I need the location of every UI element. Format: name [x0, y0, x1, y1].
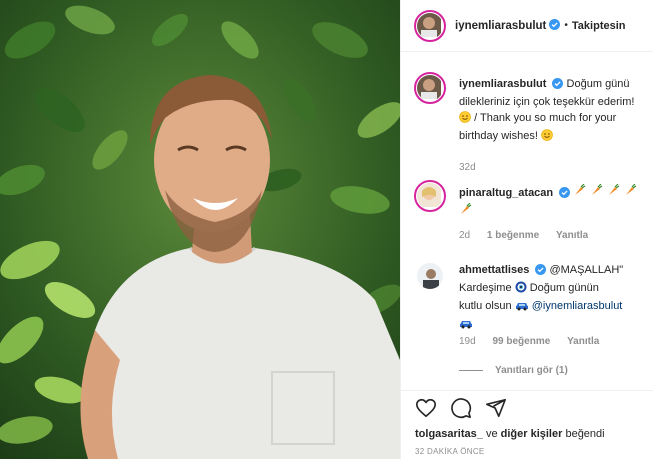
author-username[interactable]: iynemliarasbulut	[455, 20, 546, 32]
comment-age[interactable]: 19d	[459, 336, 476, 347]
likes-summary: tolgasaritas_ ve diğer kişiler beğendi	[415, 428, 605, 440]
caption-avatar[interactable]	[414, 72, 446, 104]
post-timestamp[interactable]: 32 DAKİKA ÖNCE	[415, 447, 485, 456]
verified-icon	[559, 187, 571, 203]
post-side-panel: iynemliarasbulut • Takiptesin iynemliara…	[400, 0, 653, 459]
share-icon[interactable]	[485, 397, 507, 422]
replies-divider	[459, 370, 483, 371]
comment-age[interactable]: 2d	[459, 230, 470, 241]
comment-mention[interactable]: @MAŞALLAH"	[549, 264, 623, 276]
comment-mention-link[interactable]: @iynemliarasbulut	[532, 300, 623, 312]
verified-icon	[549, 18, 561, 33]
verified-icon	[535, 264, 547, 280]
caption-item: iynemliarasbulut Doğum günü dilekleriniz…	[414, 72, 649, 173]
action-icons	[415, 397, 507, 422]
separator-dot: •	[564, 20, 568, 31]
carrot-emoji-icons	[573, 183, 643, 199]
smile-emoji-icon	[459, 111, 471, 128]
commenter-avatar[interactable]	[414, 180, 446, 212]
likes-suffix: beğendi	[565, 428, 605, 440]
comment-likes[interactable]: 99 beğenme	[492, 336, 550, 347]
carrot-emoji-icon	[459, 202, 473, 218]
caption-line-2: dilekleriniz için çok teşekkür ederim!	[459, 96, 635, 108]
photo-image	[0, 0, 400, 459]
comment-meta: 19d 99 beğenme Yanıtla	[459, 336, 613, 347]
caption-line-1: Doğum günü	[566, 78, 630, 90]
car-emoji-icon	[515, 299, 529, 316]
author-avatar[interactable]	[414, 9, 446, 42]
liker-username[interactable]: tolgasaritas_	[415, 428, 483, 440]
evil-eye-emoji-icon	[515, 281, 527, 298]
comment-text: ahmettatlises @MAŞALLAH" Kardeşime Doğum…	[459, 262, 649, 334]
follow-status-button[interactable]: Takiptesin	[572, 20, 626, 32]
comment-icon[interactable]	[450, 397, 472, 422]
comment-line-2: Kardeşime	[459, 282, 512, 294]
comment-username[interactable]: ahmettatlises	[459, 264, 529, 276]
caption-text: iynemliarasbulut Doğum günü dilekleriniz…	[459, 76, 649, 146]
commenter-avatar[interactable]	[414, 260, 446, 292]
view-replies-label[interactable]: Yanıtları gör (1)	[495, 365, 568, 376]
car-emoji-icon	[459, 317, 473, 334]
caption-meta: 32d	[459, 162, 490, 173]
post-header: iynemliarasbulut • Takiptesin	[401, 0, 653, 52]
verified-icon	[552, 78, 564, 94]
comment-line-3: kutlu olsun	[459, 300, 512, 312]
action-bar: tolgasaritas_ ve diğer kişiler beğendi 3…	[401, 390, 653, 459]
caption-line-3: / Thank you so much for your	[474, 112, 617, 124]
comment-likes[interactable]: 1 beğenme	[487, 230, 539, 241]
comment-username[interactable]: pinaraltug_atacan	[459, 187, 553, 199]
caption-line-4: birthday wishes!	[459, 130, 538, 142]
view-replies-button[interactable]: Yanıtları gör (1)	[459, 365, 568, 376]
comment-line-2b: Doğum günün	[529, 282, 599, 294]
reply-button[interactable]: Yanıtla	[556, 230, 588, 241]
smile-emoji-icon	[541, 129, 553, 146]
comment-text: pinaraltug_atacan	[459, 183, 649, 220]
comment-item: pinaraltug_atacan 2d 1 beğenme Yanıtla	[414, 180, 649, 241]
comment-item: ahmettatlises @MAŞALLAH" Kardeşime Doğum…	[414, 260, 646, 360]
heart-icon[interactable]	[415, 397, 437, 422]
caption-username[interactable]: iynemliarasbulut	[459, 78, 546, 90]
caption-age[interactable]: 32d	[459, 162, 476, 173]
comment-meta: 2d 1 beğenme Yanıtla	[459, 230, 602, 241]
other-likers-link[interactable]: diğer kişiler	[501, 428, 563, 440]
post-photo[interactable]	[0, 0, 400, 459]
likes-connector: ve	[485, 428, 498, 440]
reply-button[interactable]: Yanıtla	[567, 336, 599, 347]
